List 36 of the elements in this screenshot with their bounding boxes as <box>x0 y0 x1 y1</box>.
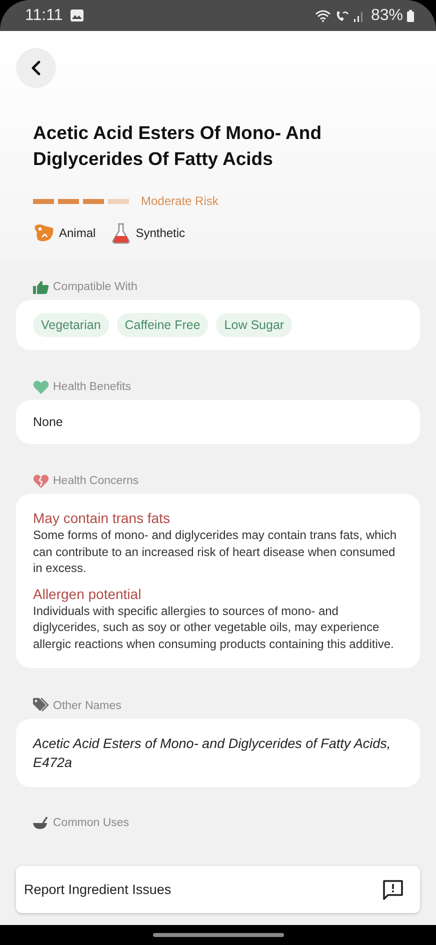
heart-icon <box>33 380 49 394</box>
image-icon <box>70 9 84 22</box>
origin-label: Synthetic <box>136 226 186 240</box>
concern-text: Some forms of mono- and diglycerides may contain trans fats, which can contribute to an increased risk of heart disease when consumed in excess. <box>33 527 398 576</box>
status-time: 11:11 <box>25 6 63 24</box>
report-icon <box>382 878 404 900</box>
back-icon <box>31 60 41 76</box>
origin-label: Animal <box>59 226 96 240</box>
broken-heart-icon <box>33 474 49 488</box>
section-heading: Health Concerns <box>53 475 139 487</box>
diet-tag: Vegetarian <box>33 313 109 337</box>
concern-title: May contain trans fats <box>33 510 171 526</box>
battery-icon <box>407 10 414 22</box>
section-heading: Other Names <box>53 700 122 712</box>
flask-icon <box>110 222 132 244</box>
bowl-icon <box>33 817 49 829</box>
section-heading: Common Uses <box>53 817 130 829</box>
report-issues-button[interactable]: Report Ingredient Issues <box>16 866 420 913</box>
risk-label: Moderate Risk <box>141 194 218 208</box>
section-heading: Compatible With <box>53 281 138 293</box>
section-heading: Health Benefits <box>53 381 131 393</box>
signal-icon <box>352 10 365 22</box>
concern-text: Individuals with specific allergies to sources of mono- and diglycerides, such as soy or other vegetable oils, may experience allergic reactions when consuming products containing this additive. <box>33 602 395 652</box>
wifi-icon <box>314 10 331 22</box>
wifi-call-icon <box>334 10 349 22</box>
concern-title: Allergen potential <box>33 586 142 602</box>
diet-tag: Caffeine Free <box>116 313 208 337</box>
back-button[interactable] <box>16 48 56 88</box>
tag-icon <box>33 698 49 713</box>
thumbs-up-icon <box>33 280 49 294</box>
ingredient-title: Acetic Acid Esters Of Mono- And Diglycerides Of Fatty Acids <box>33 121 322 171</box>
benefits-text: None <box>33 415 64 429</box>
diet-tag: Low Sugar <box>216 313 292 337</box>
battery-level: 83% <box>370 6 403 24</box>
other-names-text: Acetic Acid Esters of Mono- and Diglycerides of Fatty Acids, E472a <box>33 735 392 772</box>
home-handle[interactable] <box>152 933 284 937</box>
